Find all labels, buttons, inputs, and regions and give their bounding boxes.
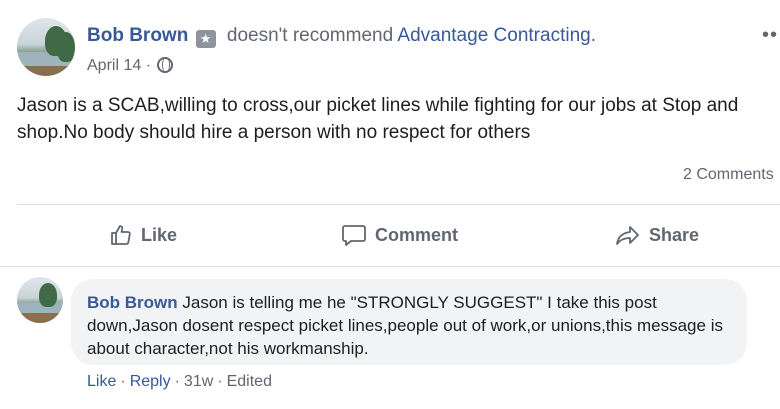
comment-author-name[interactable]: Bob Brown <box>87 293 178 312</box>
edited-label[interactable]: Edited <box>227 373 272 390</box>
share-button[interactable]: Share <box>615 222 699 248</box>
action-bar-divider <box>17 204 780 205</box>
page-name-link[interactable]: Advantage Contracting. <box>397 25 596 46</box>
comment-text: Jason is telling me he "STRONGLY SUGGEST… <box>87 293 723 358</box>
like-label: Like <box>141 224 178 245</box>
avatar-shore <box>17 66 75 76</box>
action-bar: Like Comment Share <box>17 214 780 258</box>
avatar-shore <box>17 313 63 323</box>
comment-author-avatar[interactable] <box>17 277 63 323</box>
comment-label: Comment <box>375 224 459 245</box>
post-header: Bob Brown ★ doesn't recommend Advantage … <box>17 18 780 82</box>
comment-bubble-icon <box>342 225 366 246</box>
share-label: Share <box>649 224 700 245</box>
thumbs-up-icon <box>111 225 131 245</box>
post-text: Jason is a SCAB,willing to cross,our pic… <box>17 95 739 143</box>
globe-icon[interactable] <box>157 57 174 73</box>
comment-bubble: Bob Brown Jason is telling me he "STRONG… <box>71 279 747 365</box>
avatar-tree-2 <box>57 32 75 62</box>
meta-separator: · <box>145 57 152 74</box>
author-avatar[interactable] <box>17 18 75 76</box>
comment-reply-link[interactable]: Reply <box>130 373 171 390</box>
more-options-icon[interactable]: •• <box>762 24 778 47</box>
recommendation-line: Bob Brown ★ doesn't recommend Advantage … <box>87 24 747 48</box>
separator: · <box>217 373 223 390</box>
post-meta: April 14 · <box>87 54 747 76</box>
comment-actions: Like · Reply · 31w · Edited <box>87 373 272 391</box>
separator: · <box>174 373 180 390</box>
like-button[interactable]: Like <box>109 222 177 248</box>
header-text: Bob Brown ★ doesn't recommend Advantage … <box>87 24 747 76</box>
comment-like-link[interactable]: Like <box>87 373 116 390</box>
post-author-name[interactable]: Bob Brown <box>87 25 188 46</box>
recommendation-text: doesn't recommend <box>226 25 394 46</box>
avatar-tree <box>39 283 57 307</box>
comments-count-link[interactable]: 2 Comments <box>683 166 774 184</box>
share-arrow-icon <box>616 226 639 245</box>
comment-age[interactable]: 31w <box>184 373 213 390</box>
review-star-icon: ★ <box>195 30 216 48</box>
comment-button[interactable]: Comment <box>341 222 458 248</box>
comments-divider <box>0 266 780 267</box>
post-date[interactable]: April 14 <box>87 57 141 74</box>
avatar-lake <box>17 303 63 313</box>
separator: · <box>120 373 126 390</box>
